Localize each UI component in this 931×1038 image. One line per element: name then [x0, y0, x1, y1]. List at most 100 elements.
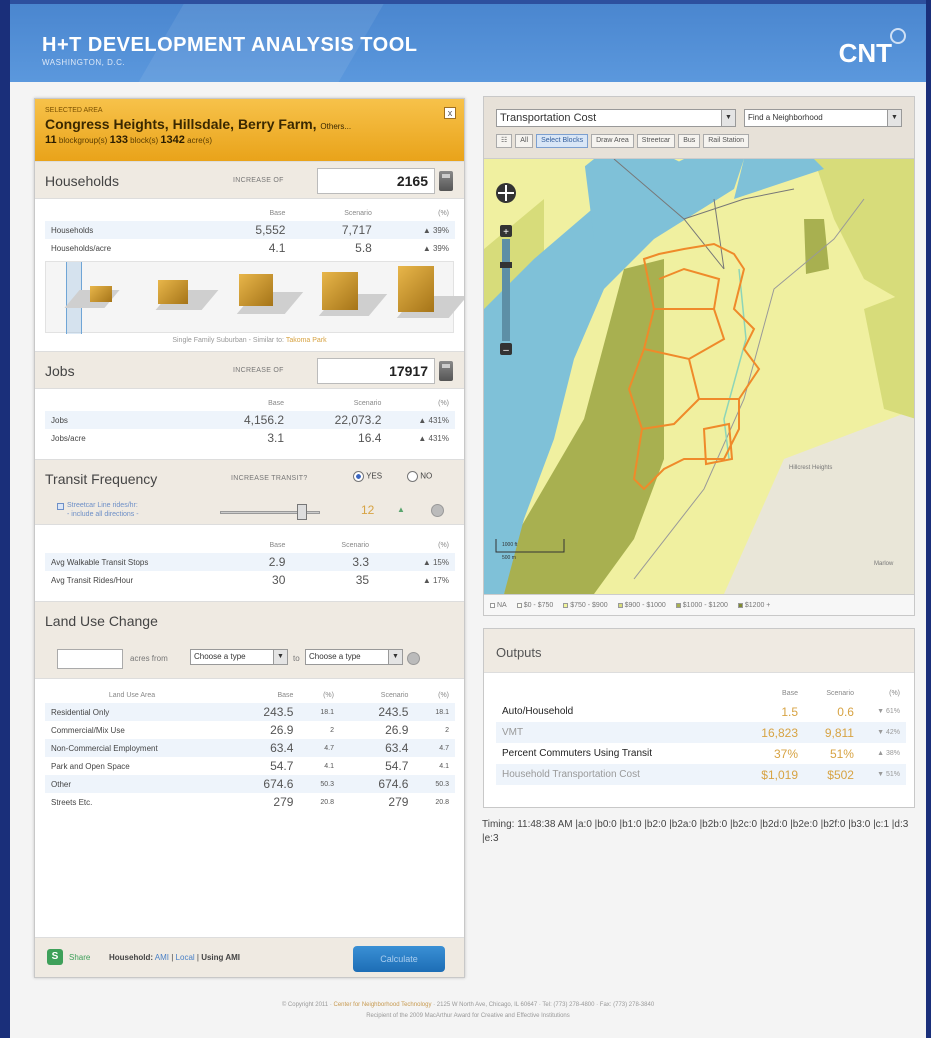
legend-label: $1200 +: [744, 602, 771, 609]
row-base: 37%: [773, 746, 798, 761]
chevron-down-icon: ▼: [721, 110, 735, 126]
row-pct: ▼ 51%: [859, 764, 906, 785]
jobs-col-pct: (%): [438, 399, 449, 407]
rail-station-button[interactable]: Rail Station: [703, 134, 750, 148]
households-increase-input[interactable]: 2165: [317, 168, 435, 194]
streetcar-button[interactable]: Streetcar: [636, 134, 676, 148]
row-base: 3.1: [267, 431, 285, 445]
row-pct2: 20.8: [435, 798, 449, 806]
share-icon[interactable]: S: [47, 949, 63, 965]
rides-slider-handle[interactable]: [297, 504, 307, 520]
neighborhood-select[interactable]: Find a Neighborhood ▼: [744, 109, 902, 127]
row-pct: ▲ 38%: [877, 750, 900, 757]
ami-link[interactable]: AMI: [155, 953, 169, 962]
area-others-link[interactable]: Others...: [320, 122, 351, 131]
row-label: Households/acre: [51, 243, 112, 253]
jobs-col-base: Base: [268, 399, 285, 407]
row-base: 2.9: [235, 553, 292, 571]
legend-swatch: [675, 602, 681, 608]
close-area-icon[interactable]: x: [444, 107, 456, 119]
row-scenario: 243.5: [339, 703, 415, 721]
app-subtitle: WASHINGTON, D.C.: [42, 58, 126, 67]
legend-swatch: [563, 602, 569, 608]
layer-select[interactable]: Transportation Cost ▼: [496, 109, 736, 127]
row-pct: ▲ 15%: [375, 553, 455, 571]
row-label: Streets Etc.: [51, 797, 93, 807]
zoom-slider-track[interactable]: [502, 239, 510, 341]
map-label-hillcrest: Hillcrest Heights: [789, 465, 832, 471]
select-blocks-button[interactable]: Select Blocks: [536, 134, 589, 148]
zoom-slider-handle[interactable]: [500, 262, 512, 268]
outputs-panel: Outputs Base Scenario (%) Auto/Household…: [483, 628, 915, 808]
cnt-logo[interactable]: CNT: [839, 28, 906, 69]
table-row: Households/acre 4.1 5.8 ▲ 39%: [45, 239, 455, 257]
jobs-calculator-icon[interactable]: [439, 361, 453, 381]
app-header: H+T DEVELOPMENT ANALYSIS TOOL WASHINGTON…: [10, 0, 926, 82]
table-row: Park and Open Space 54.7 4.1 54.7 4.1: [45, 757, 455, 775]
calculate-button[interactable]: Calculate: [353, 946, 445, 972]
jobs-table: Base Scenario (%) Jobs 4,156.2 22,073.2 …: [45, 395, 455, 447]
rides-reset-icon[interactable]: [431, 504, 444, 517]
legend-item: $1200 +: [737, 602, 775, 609]
table-row: Streets Etc. 279 20.8 279 20.8: [45, 793, 455, 811]
row-pct: ▼ 61%: [877, 708, 900, 715]
streetcar-rides-label: Streetcar Line rides/hr: - include all di…: [67, 501, 139, 519]
households-col-base: Base: [269, 209, 286, 217]
row-scenario: 54.7: [385, 759, 409, 773]
from-type-value: Choose a type: [194, 652, 246, 661]
row-scenario: 279: [388, 795, 409, 809]
townhouse-building-icon[interactable]: [158, 280, 188, 304]
rides-up-arrow-icon: ▲: [397, 505, 405, 514]
local-link[interactable]: Local: [176, 953, 195, 962]
highrise-building-icon[interactable]: [398, 266, 434, 312]
all-button[interactable]: All: [515, 134, 534, 148]
table-row: Avg Walkable Transit Stops 2.9 3.3 ▲ 15%: [45, 553, 455, 571]
landuse-col-base: Base: [277, 691, 294, 699]
households-table: Base Scenario (%) Households 5,552 7,717…: [45, 205, 455, 257]
bus-button[interactable]: Bus: [678, 134, 701, 148]
map-svg[interactable]: Hillcrest Heights Marlow + – 1000 ft 500…: [484, 159, 915, 594]
row-label: Jobs: [45, 411, 205, 429]
footer-copyright: © Copyright 2011 ·: [281, 1002, 332, 1008]
map-canvas[interactable]: Hillcrest Heights Marlow + – 1000 ft 500…: [484, 159, 915, 594]
transit-no-option[interactable]: NO: [407, 471, 432, 482]
from-type-select[interactable]: Choose a type ▼: [190, 649, 288, 665]
layers-button[interactable]: ☷: [496, 134, 513, 148]
row-scenario: 9,811: [804, 722, 860, 743]
single-family-building-icon[interactable]: [90, 286, 112, 302]
transit-table: Base Scenario (%) Avg Walkable Transit S…: [45, 537, 455, 589]
row-base: 1.5: [781, 704, 798, 719]
chevron-down-icon: ▼: [273, 650, 287, 664]
row-base: 243.5: [225, 703, 300, 721]
blockgroups-count: 11: [45, 134, 57, 146]
midrise-building-icon[interactable]: [322, 272, 358, 310]
cnt-link[interactable]: Center for Neighborhood Technology: [334, 1002, 432, 1008]
table-row: Avg Transit Rides/Hour 30 35 ▲ 17%: [45, 571, 455, 589]
row-base: 4,156.2: [205, 411, 291, 429]
transit-col-blank: [45, 537, 235, 553]
using-ami-label: Using AMI: [201, 953, 241, 962]
draw-area-button[interactable]: Draw Area: [591, 134, 634, 148]
to-type-select[interactable]: Choose a type ▼: [305, 649, 403, 665]
jobs-col-scenario: Scenario: [353, 399, 382, 407]
households-calculator-icon[interactable]: [439, 171, 453, 191]
footer-address: · 2125 W North Ave, Chicago, IL 60647 · …: [433, 1002, 655, 1008]
lowrise-building-icon[interactable]: [239, 274, 273, 306]
row-scenario: 7,717: [291, 221, 378, 239]
streetcar-checkbox[interactable]: [57, 503, 64, 510]
acres-input[interactable]: [57, 649, 123, 669]
transit-yes-option[interactable]: YES: [353, 471, 382, 482]
row-pct2: 4.7: [414, 739, 455, 757]
transit-no-radio[interactable]: [407, 471, 418, 482]
row-base: 30: [272, 573, 286, 587]
share-link[interactable]: Share: [69, 953, 90, 962]
caption-link[interactable]: Takoma Park: [286, 337, 327, 344]
area-stats: 11 blockgroup(s) 133 block(s) 1342 acre(…: [45, 134, 454, 146]
row-scenario: $502: [804, 764, 860, 785]
scale-bottom-label: 500 m: [502, 555, 516, 561]
outputs-col-blank: [496, 685, 736, 701]
density-selector[interactable]: [45, 261, 464, 334]
transit-yes-radio[interactable]: [353, 471, 364, 482]
jobs-increase-input[interactable]: 17917: [317, 358, 435, 384]
landuse-reset-icon[interactable]: [407, 652, 420, 665]
